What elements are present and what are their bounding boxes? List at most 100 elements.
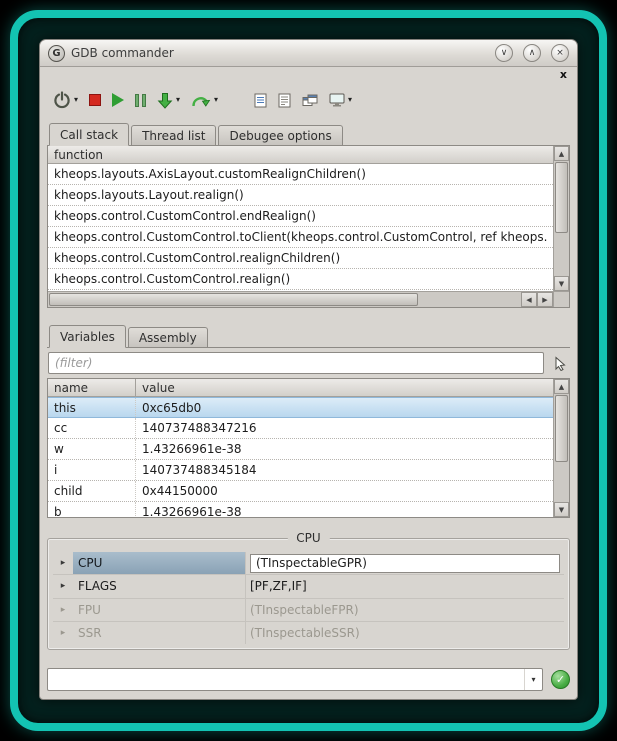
power-button[interactable]: ▾ (53, 91, 78, 109)
pointer-edit-button[interactable] (551, 354, 569, 372)
scrollbar-track[interactable] (48, 292, 521, 307)
scrollbar-thumb[interactable] (555, 162, 568, 233)
scroll-left-button[interactable]: ◀ (521, 292, 537, 307)
chevron-down-icon: ▾ (214, 96, 218, 104)
scroll-right-button[interactable]: ▶ (537, 292, 553, 307)
variable-name: this (48, 398, 136, 417)
callstack-row[interactable]: kheops.control.CustomControl.realignChil… (48, 248, 553, 269)
close-icon: × (556, 49, 564, 58)
variable-name: cc (48, 418, 136, 438)
variable-row[interactable]: child 0x44150000 (48, 481, 553, 502)
scroll-down-button[interactable]: ▼ (554, 276, 569, 291)
variable-name: i (48, 460, 136, 480)
variables-table-header: name value (48, 379, 553, 397)
scrollbar-thumb[interactable] (49, 293, 418, 306)
variable-name: b (48, 502, 136, 517)
step-over-button[interactable]: ▾ (191, 93, 218, 108)
titlebar[interactable]: G GDB commander ∨ ∧ × (40, 40, 577, 67)
register-value-cell (245, 552, 564, 574)
expander-icon[interactable]: ▸ (53, 552, 73, 574)
register-value: [PF,ZF,IF] (245, 575, 564, 597)
callstack-row[interactable]: kheops.control.CustomControl.endRealign(… (48, 206, 553, 227)
callstack-row[interactable]: kheops.control.CustomControl.toClient(kh… (48, 227, 553, 248)
filter-input[interactable] (48, 352, 544, 374)
column-header-function: function (48, 146, 109, 163)
chevron-down-icon: ▾ (74, 96, 78, 104)
register-row[interactable]: ▸ FLAGS [PF,ZF,IF] (53, 575, 564, 598)
register-row[interactable]: ▸ FPU (TInspectableFPR) (53, 599, 564, 622)
scroll-down-button[interactable]: ▼ (554, 502, 569, 517)
scroll-up-button[interactable]: ▲ (554, 146, 569, 161)
windows-button[interactable] (302, 94, 318, 107)
register-name: FPU (73, 599, 245, 621)
display-button[interactable]: ▾ (329, 93, 352, 107)
register-value-field[interactable] (250, 554, 560, 573)
pointer-icon (553, 356, 568, 371)
callstack-vertical-scrollbar[interactable]: ▲ ▼ (553, 146, 569, 291)
dock-header: x (47, 67, 570, 82)
stop-button[interactable] (89, 94, 101, 106)
run-button[interactable] (112, 93, 124, 107)
monitor-icon (329, 93, 345, 107)
variables-vertical-scrollbar[interactable]: ▲ ▼ (553, 379, 569, 517)
callstack-row[interactable]: kheops.control.CustomControl.realign() (48, 269, 553, 290)
gdb-commander-window: G GDB commander ∨ ∧ × x ▾ (39, 39, 578, 700)
scrollbar-track[interactable] (554, 161, 569, 276)
callstack-row[interactable]: kheops.layouts.AxisLayout.customRealignC… (48, 164, 553, 185)
scroll-up-button[interactable]: ▲ (554, 379, 569, 394)
combo-dropdown-button[interactable]: ▾ (524, 669, 542, 690)
expander-icon[interactable]: ▸ (53, 622, 73, 644)
step-over-icon (191, 93, 211, 108)
variable-row[interactable]: w 1.43266961e-38 (48, 439, 553, 460)
scrollbar-thumb[interactable] (555, 395, 568, 462)
step-into-button[interactable]: ▾ (157, 92, 180, 109)
column-header-value: value (136, 379, 553, 396)
maximize-button[interactable]: ∧ (523, 44, 541, 62)
command-row: ▾ ✓ (47, 667, 570, 691)
command-combobox[interactable]: ▾ (47, 668, 543, 691)
check-icon: ✓ (556, 674, 565, 685)
variable-row[interactable]: i 140737488345184 (48, 460, 553, 481)
groupbox-title: CPU (287, 531, 329, 545)
expander-icon[interactable]: ▸ (53, 575, 73, 597)
minimize-button[interactable]: ∨ (495, 44, 513, 62)
dock-close-button[interactable]: x (560, 69, 570, 80)
play-icon (112, 93, 124, 107)
stop-icon (89, 94, 101, 106)
document-icon (254, 93, 267, 108)
tab-call-stack[interactable]: Call stack (49, 123, 129, 146)
command-input[interactable] (48, 669, 524, 690)
register-name: SSR (73, 622, 245, 644)
log-document-button[interactable] (278, 93, 291, 108)
execute-button[interactable]: ✓ (551, 670, 570, 689)
pause-icon (135, 94, 146, 107)
callstack-row[interactable]: kheops.layouts.Layout.realign() (48, 185, 553, 206)
source-document-button[interactable] (254, 93, 267, 108)
panel-splitter[interactable] (47, 518, 570, 530)
tab-assembly[interactable]: Assembly (128, 327, 208, 347)
inspect-tabbar: Variables Assembly (47, 324, 570, 348)
close-button[interactable]: × (551, 44, 569, 62)
panel-splitter[interactable] (47, 308, 570, 324)
variable-row[interactable]: cc 140737488347216 (48, 418, 553, 439)
variable-row[interactable]: b 1.43266961e-38 (48, 502, 553, 517)
maximize-icon: ∧ (529, 49, 536, 58)
expander-icon[interactable]: ▸ (53, 599, 73, 621)
variable-value: 0x44150000 (136, 481, 553, 501)
tab-debugee-options[interactable]: Debugee options (218, 125, 342, 145)
tab-thread-list[interactable]: Thread list (131, 125, 216, 145)
tab-variables[interactable]: Variables (49, 325, 126, 348)
register-row[interactable]: ▸ CPU (53, 552, 564, 575)
callstack-tabbar: Call stack Thread list Debugee options (47, 122, 570, 146)
variable-row[interactable]: this 0xc65db0 (48, 397, 553, 418)
callstack-panel: function kheops.layouts.AxisLayout.custo… (47, 146, 570, 308)
scrollbar-track[interactable] (554, 394, 569, 502)
pause-button[interactable] (135, 94, 146, 107)
register-name: CPU (73, 552, 245, 574)
document-lines-icon (278, 93, 291, 108)
register-row[interactable]: ▸ SSR (TInspectableSSR) (53, 622, 564, 644)
callstack-horizontal-scrollbar[interactable]: ◀ ▶ (48, 291, 569, 307)
register-value: (TInspectableSSR) (245, 622, 564, 644)
variable-value: 140737488345184 (136, 460, 553, 480)
chevron-down-icon: ▾ (531, 675, 535, 684)
